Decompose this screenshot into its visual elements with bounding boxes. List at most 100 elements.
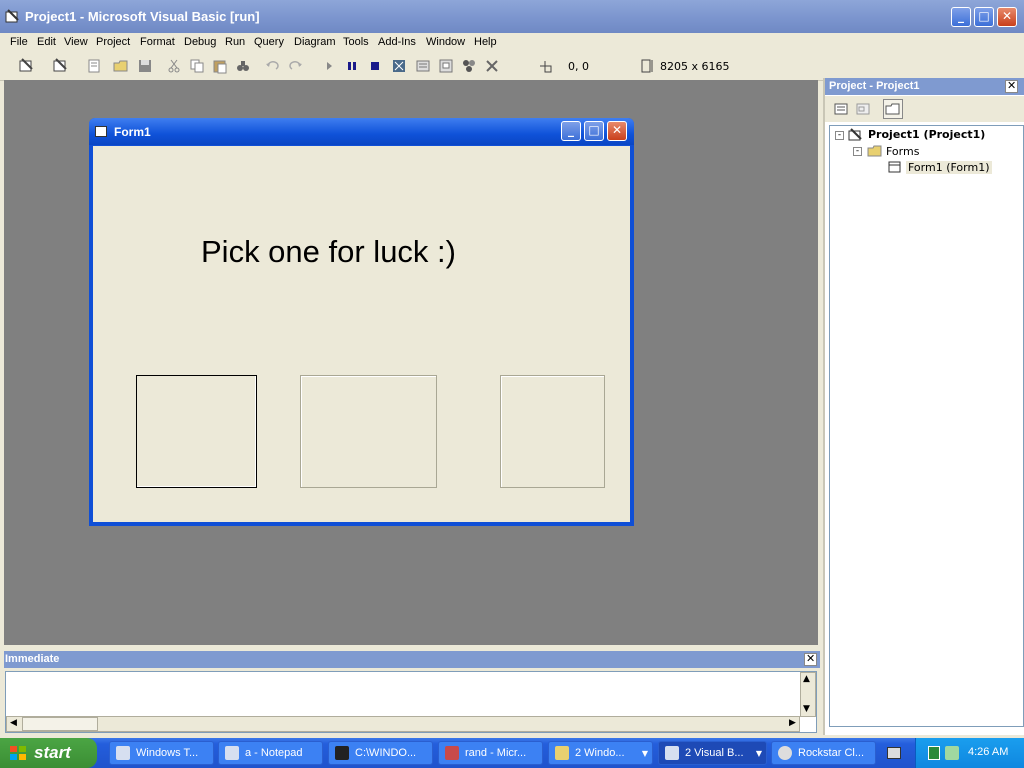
form-minimize-button[interactable]: _ <box>561 121 581 141</box>
menu-file[interactable]: File <box>10 36 28 48</box>
keyboard-icon[interactable] <box>887 747 901 759</box>
task-windows-t[interactable]: Windows T... <box>109 741 214 765</box>
task-windows-group[interactable]: 2 Windo... ▼ <box>548 741 653 765</box>
project-pane-close-button[interactable]: ✕ <box>1005 79 1018 93</box>
scroll-up-icon[interactable]: ▲ <box>803 674 810 684</box>
task-cmd[interactable]: C:\WINDO... <box>328 741 433 765</box>
minimize-icon: _ <box>568 123 574 137</box>
position-icon <box>537 58 553 74</box>
form1-window[interactable]: Form1 _ □ ✕ Pick one for luck :) <box>89 118 634 526</box>
immediate-title-bar[interactable]: Immediate ✕ <box>4 651 820 668</box>
standard-toolbar <box>0 53 1024 81</box>
form-close-button[interactable]: ✕ <box>607 121 627 141</box>
network-icon[interactable] <box>945 746 959 760</box>
paint-icon <box>445 746 459 760</box>
form-maximize-button[interactable]: □ <box>584 121 604 141</box>
task-rand[interactable]: rand - Micr... <box>438 741 543 765</box>
notepad-icon <box>225 746 239 760</box>
pick-box-1[interactable] <box>136 375 257 488</box>
form1-title-bar[interactable]: Form1 _ □ ✕ <box>89 118 634 145</box>
project-icon <box>848 128 864 142</box>
close-icon: ✕ <box>806 652 816 665</box>
form-layout-icon[interactable] <box>438 58 454 74</box>
open-project-icon[interactable] <box>113 58 129 74</box>
cut-icon[interactable] <box>166 58 182 74</box>
redo-icon[interactable] <box>288 58 304 74</box>
copy-icon[interactable] <box>189 58 205 74</box>
task-rockstar[interactable]: Rockstar Cl... <box>771 741 876 765</box>
close-button[interactable]: ✕ <box>997 7 1017 27</box>
scroll-down-icon[interactable]: ▼ <box>803 704 810 714</box>
menu-query[interactable]: Query <box>254 36 284 48</box>
close-icon: ✕ <box>1007 79 1017 92</box>
project-pane-title-bar[interactable]: Project - Project1 ✕ <box>825 78 1024 95</box>
menu-project[interactable]: Project <box>96 36 130 48</box>
scroll-right-icon[interactable]: ▶ <box>789 718 796 728</box>
menu-format[interactable]: Format <box>140 36 175 48</box>
scroll-left-icon[interactable]: ◀ <box>10 718 17 728</box>
toolbox-icon[interactable] <box>484 58 500 74</box>
menu-debug[interactable]: Debug <box>184 36 216 48</box>
tree-form1-node[interactable]: Form1 (Form1) <box>906 161 992 174</box>
menu-edit[interactable]: Edit <box>37 36 56 48</box>
menu-editor-icon[interactable] <box>86 58 102 74</box>
start-button[interactable]: start <box>0 738 97 768</box>
luck-caption: Pick one for luck :) <box>201 234 456 269</box>
clock[interactable]: 4:26 AM <box>968 746 1008 758</box>
project-explorer-icon[interactable] <box>391 58 407 74</box>
pick-box-2[interactable] <box>300 375 437 488</box>
computer-icon <box>116 746 130 760</box>
pick-box-3[interactable] <box>500 375 605 488</box>
paste-icon[interactable] <box>212 58 228 74</box>
vb-app-icon <box>665 746 679 760</box>
menu-window[interactable]: Window <box>426 36 465 48</box>
horizontal-scrollbar[interactable] <box>6 716 800 732</box>
form1-title: Form1 <box>114 125 151 139</box>
horizontal-scroll-thumb[interactable] <box>22 717 98 731</box>
toggle-folders-icon[interactable] <box>883 99 903 119</box>
find-icon[interactable] <box>235 58 251 74</box>
menu-diagram[interactable]: Diagram <box>294 36 336 48</box>
folder-icon <box>555 746 569 760</box>
start-icon[interactable] <box>321 58 337 74</box>
menu-help[interactable]: Help <box>474 36 497 48</box>
main-title-bar[interactable]: Project1 - Microsoft Visual Basic [run] … <box>0 0 1024 33</box>
menu-view[interactable]: View <box>64 36 88 48</box>
add-form-icon[interactable] <box>52 58 68 74</box>
immediate-input[interactable]: ▲ ▼ ◀ ▶ <box>5 671 817 733</box>
close-icon: ✕ <box>611 123 623 137</box>
size-readout: 8205 x 6165 <box>660 60 730 73</box>
project-explorer-pane: Project - Project1 ✕ - Project1 (Project… <box>823 78 1024 735</box>
properties-window-icon[interactable] <box>415 58 431 74</box>
form-icon[interactable] <box>95 126 107 137</box>
project-tree: - Project1 (Project1) - Forms Form1 (For… <box>829 125 1024 727</box>
collapse-toggle[interactable]: - <box>835 131 844 140</box>
save-project-icon[interactable] <box>137 58 153 74</box>
window-title: Project1 - Microsoft Visual Basic [run] <box>25 9 260 24</box>
maximize-icon: □ <box>978 9 990 23</box>
task-notepad[interactable]: a - Notepad <box>218 741 323 765</box>
task-visual-basic-group[interactable]: 2 Visual B... ▼ <box>658 741 767 765</box>
menu-tools[interactable]: Tools <box>343 36 369 48</box>
tree-forms-node[interactable]: Forms <box>886 145 919 158</box>
menu-run[interactable]: Run <box>225 36 245 48</box>
end-icon[interactable] <box>367 58 383 74</box>
collapse-toggle[interactable]: - <box>853 147 862 156</box>
form1-client-area: Pick one for luck :) <box>93 146 630 522</box>
immediate-close-button[interactable]: ✕ <box>804 652 817 666</box>
add-project-icon[interactable] <box>18 58 34 74</box>
size-icon <box>640 58 656 74</box>
folder-icon <box>867 144 883 158</box>
immediate-window: Immediate ✕ ▲ ▼ ◀ ▶ <box>4 651 820 733</box>
object-browser-icon[interactable] <box>461 58 477 74</box>
undo-icon[interactable] <box>264 58 280 74</box>
maximize-button[interactable]: □ <box>974 7 994 27</box>
vb-app-icon[interactable] <box>5 9 20 24</box>
menu-add-ins[interactable]: Add-Ins <box>378 36 416 48</box>
view-object-icon[interactable] <box>855 101 871 117</box>
tray-app-icon[interactable] <box>928 746 940 760</box>
tree-project-node[interactable]: Project1 (Project1) <box>868 128 985 141</box>
minimize-button[interactable]: _ <box>951 7 971 27</box>
view-code-icon[interactable] <box>833 101 849 117</box>
break-icon[interactable] <box>344 58 360 74</box>
